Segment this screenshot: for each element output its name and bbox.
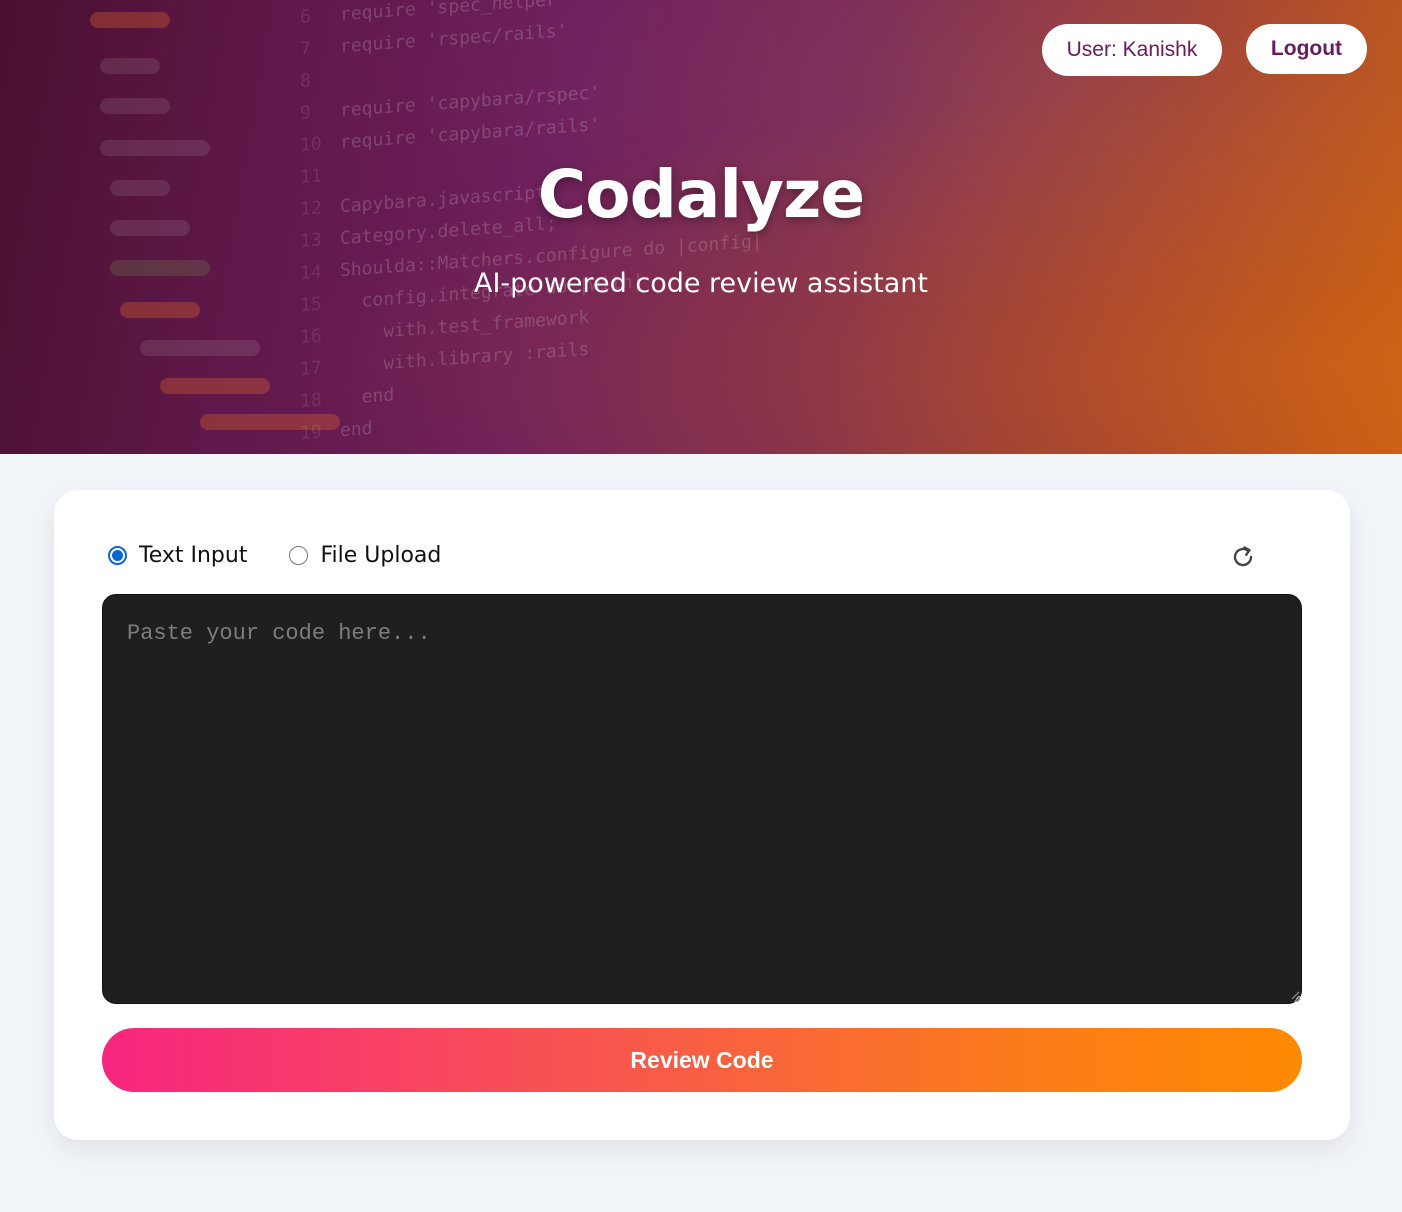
- review-card: Text Input File Upload Review Code: [54, 490, 1350, 1140]
- input-mode-selector: Text Input File Upload: [108, 530, 483, 580]
- user-badge[interactable]: User: Kanishk: [1042, 24, 1222, 76]
- file-upload-option[interactable]: File Upload: [289, 543, 441, 568]
- page-subtitle: AI-powered code review assistant: [473, 268, 929, 299]
- resize-handle-icon[interactable]: [1290, 990, 1300, 1000]
- logout-button[interactable]: Logout: [1246, 24, 1367, 74]
- text-input-option[interactable]: Text Input: [108, 543, 247, 568]
- refresh-icon[interactable]: [1228, 542, 1258, 572]
- text-input-radio[interactable]: [108, 545, 127, 565]
- page-title: Codalyze: [537, 156, 865, 233]
- hero-banner: 6require 'spec_helper'7require 'rspec/ra…: [0, 0, 1402, 454]
- text-input-label: Text Input: [139, 542, 248, 568]
- file-upload-label: File Upload: [320, 542, 442, 568]
- review-code-button[interactable]: Review Code: [102, 1028, 1302, 1092]
- code-input[interactable]: [102, 594, 1302, 1004]
- file-upload-radio[interactable]: [289, 545, 309, 565]
